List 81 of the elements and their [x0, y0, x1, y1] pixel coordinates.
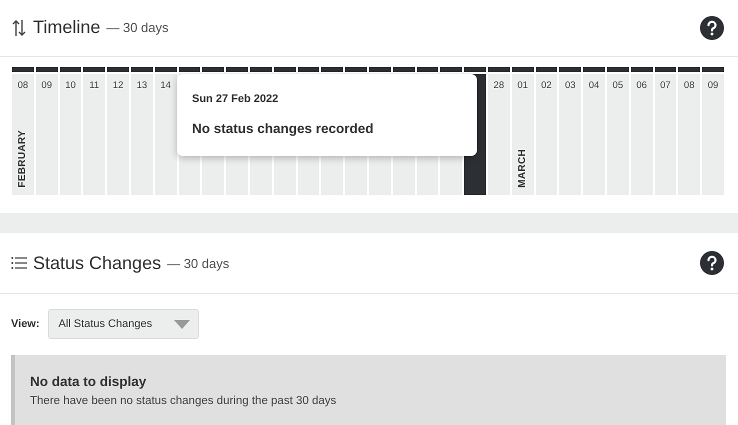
empty-state-message: There have been no status changes during the past 30 days	[30, 394, 338, 407]
day-status-bar	[678, 66, 700, 72]
section-subtitle: — 30 days	[167, 256, 230, 271]
day-label: 09	[708, 80, 718, 91]
day-column[interactable]: 07	[654, 74, 676, 195]
day-label: 01	[517, 80, 528, 91]
day-label: 04	[588, 80, 600, 91]
day-status-bar	[226, 66, 248, 72]
month-label: MARCH	[517, 149, 528, 188]
day-label: 10	[65, 80, 76, 91]
day-status-bar	[702, 66, 724, 72]
day-column[interactable]: 09	[36, 74, 58, 195]
day-status-bar	[416, 66, 438, 72]
day-column[interactable]: 28	[488, 74, 510, 195]
day-column[interactable]: 10	[60, 74, 82, 195]
tooltip-message: No status changes recorded	[192, 121, 375, 136]
day-column[interactable]: 14	[154, 74, 177, 195]
day-label: 06	[636, 80, 647, 91]
day-label: 14	[160, 80, 171, 91]
month-label: FEBRUARY	[17, 130, 28, 188]
day-label: 28	[494, 80, 504, 91]
day-column[interactable]: 12	[107, 74, 129, 195]
day-status-bar	[488, 66, 510, 72]
day-label: 05	[612, 80, 624, 91]
day-status-bar	[321, 66, 344, 72]
day-status-bar	[250, 66, 272, 72]
day-label: 11	[89, 80, 100, 91]
day-column[interactable]: 01 MARCH	[512, 74, 534, 195]
day-column[interactable]: 03	[559, 74, 582, 195]
day-column[interactable]: 11	[83, 74, 106, 195]
day-column[interactable]: 08	[678, 74, 700, 195]
section-title: Status Changes	[33, 252, 162, 274]
list-icon	[11, 256, 27, 270]
day-status-bar	[630, 66, 653, 72]
day-label: 08	[684, 80, 694, 91]
day-label: 02	[541, 80, 552, 91]
day-status-bar	[298, 66, 320, 72]
day-label: 03	[564, 80, 576, 91]
section-subtitle: — 30 days	[106, 20, 170, 36]
day-status-bar	[512, 66, 534, 72]
day-status-bar	[12, 66, 34, 72]
day-column[interactable]: 02	[536, 74, 558, 195]
day-label: 09	[41, 80, 52, 91]
day-column[interactable]: 04	[583, 74, 605, 195]
day-status-bar	[178, 66, 200, 72]
caret-icon	[174, 320, 190, 329]
day-column[interactable]: 13	[130, 74, 153, 195]
day-status-bar	[464, 66, 486, 72]
day-status-bar	[83, 66, 106, 72]
day-status-bar	[107, 66, 129, 72]
day-label: 13	[136, 80, 148, 91]
day-status-bar	[368, 66, 391, 72]
day-status-bar	[202, 66, 224, 72]
day-status-bar	[536, 66, 558, 72]
day-status-bar	[130, 66, 153, 72]
view-dropdown[interactable]: All Status Changes	[48, 309, 199, 340]
day-status-bar	[36, 66, 58, 72]
day-status-bar	[654, 66, 676, 72]
day-column[interactable]: 06	[630, 74, 653, 195]
section-title: Timeline	[33, 17, 100, 38]
day-label: 08	[18, 80, 28, 91]
view-label: View:	[11, 318, 40, 330]
day-column[interactable]: 08 FEBRUARY	[12, 74, 34, 195]
help-icon[interactable]	[700, 251, 724, 276]
day-column[interactable]: 09	[702, 74, 724, 195]
day-label: 07	[660, 80, 671, 91]
day-status-bar	[60, 66, 82, 72]
day-status-bar	[440, 66, 462, 72]
tooltip-date: Sun 27 Feb 2022	[192, 93, 280, 106]
sort-arrows-icon	[11, 18, 27, 37]
day-label: 12	[112, 80, 124, 91]
empty-state-title: No data to display	[30, 374, 148, 389]
day-status-bar	[583, 66, 605, 72]
day-status-bar	[154, 66, 177, 72]
day-column[interactable]: 05	[606, 74, 629, 195]
day-status-bar	[392, 66, 415, 72]
help-icon[interactable]	[700, 16, 724, 40]
day-status-bar	[559, 66, 582, 72]
day-status-bar	[274, 66, 296, 72]
day-status-bar	[606, 66, 629, 72]
day-status-bar	[345, 66, 367, 72]
